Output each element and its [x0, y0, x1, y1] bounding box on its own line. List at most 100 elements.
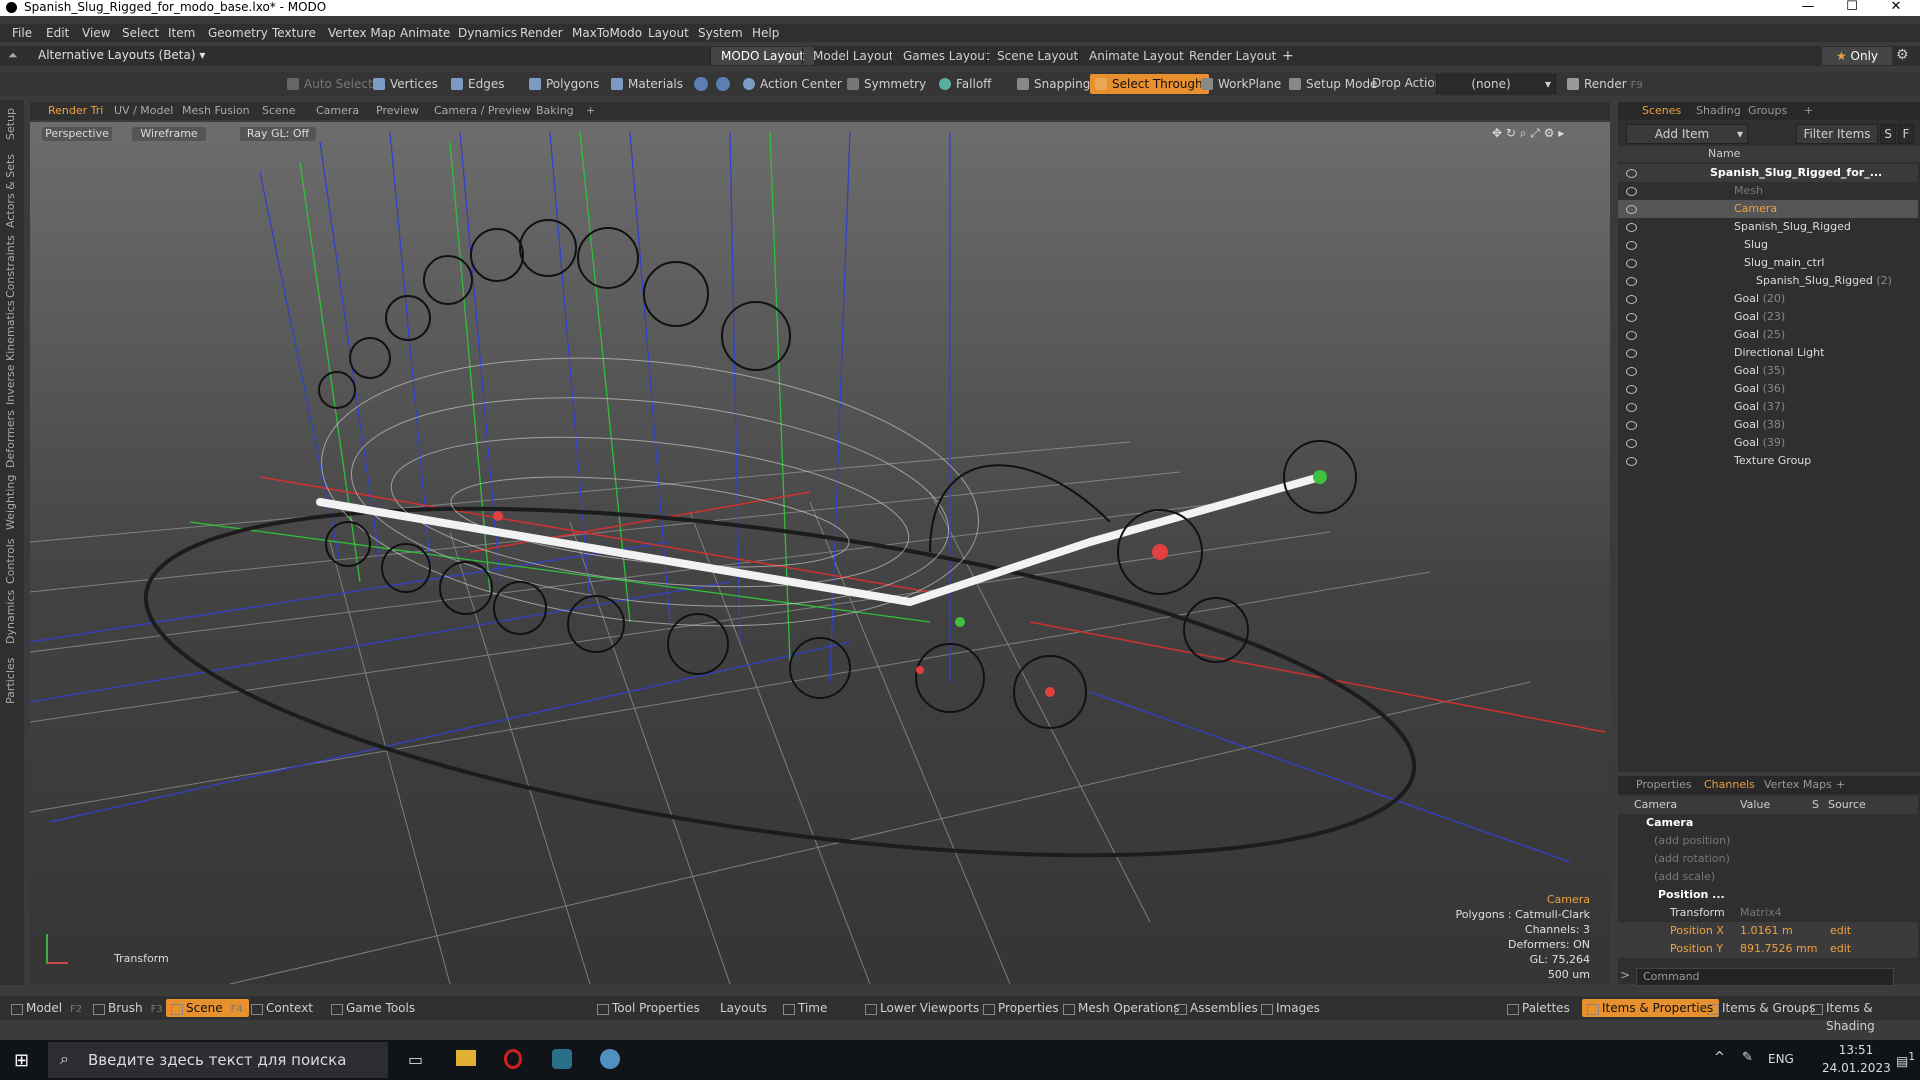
items-properties-button[interactable]: Items & Properties — [1582, 999, 1720, 1017]
strip-inverse-kinematics[interactable]: Inverse Kinematics — [4, 300, 17, 405]
eye-icon[interactable] — [1626, 439, 1637, 448]
materials-button[interactable]: Materials — [606, 74, 689, 94]
tab-preview[interactable]: Preview — [370, 103, 425, 119]
tab-uv-model[interactable]: UV / Model — [108, 103, 179, 119]
menu-maxtomodo[interactable]: MaxToModo — [572, 26, 642, 40]
command-input[interactable]: Command — [1636, 968, 1894, 986]
tab-shading[interactable]: Shading — [1696, 104, 1741, 117]
model-button[interactable]: Model F2 — [6, 999, 88, 1017]
properties-button[interactable]: Properties — [978, 999, 1065, 1017]
tab-channels[interactable]: Channels — [1704, 778, 1755, 791]
menu-vertex-map[interactable]: Vertex Map — [328, 26, 396, 40]
polygons-button[interactable]: Polygons — [524, 74, 605, 94]
menu-animate[interactable]: Animate — [400, 26, 450, 40]
app-taskbar-icon[interactable] — [600, 1049, 620, 1069]
alternative-layouts-dropdown[interactable]: Alternative Layouts (Beta) ▾ — [38, 48, 205, 62]
eye-icon[interactable] — [1626, 331, 1637, 340]
tab-scene-layout[interactable]: Scene Layout — [986, 47, 1088, 65]
edges-button[interactable]: Edges — [446, 74, 510, 94]
select-mode-2-icon[interactable] — [716, 77, 730, 91]
clock-date[interactable]: 24.01.2023 — [1822, 1061, 1891, 1075]
task-view-icon[interactable]: ▭ — [408, 1050, 423, 1069]
notification-icon[interactable]: ▤1 — [1896, 1050, 1915, 1069]
palettes-button[interactable]: Palettes — [1502, 999, 1576, 1017]
menu-edit[interactable]: Edit — [46, 26, 69, 40]
strip-constraints[interactable]: Constraints — [4, 235, 17, 298]
scene-item-goal-25[interactable]: Goal (25) — [1618, 326, 1918, 344]
file-explorer-icon[interactable] — [456, 1050, 476, 1066]
menu-item[interactable]: Item — [168, 26, 195, 40]
tab-render-layout[interactable]: Render Layout — [1178, 47, 1286, 65]
scene-item-mesh[interactable]: Mesh — [1618, 182, 1918, 200]
setup-mode-button[interactable]: Setup Mode — [1284, 74, 1383, 94]
symmetry-button[interactable]: Symmetry — [842, 74, 932, 94]
layout-menu-icon[interactable]: ⏶ — [8, 48, 18, 63]
wireframe-button[interactable]: Wireframe — [132, 127, 206, 141]
eye-icon[interactable] — [1626, 169, 1637, 178]
scene-item-goal-23[interactable]: Goal (23) — [1618, 308, 1918, 326]
menu-view[interactable]: View — [82, 26, 110, 40]
scene-item-spanish-slug-rigged[interactable]: Spanish_Slug_Rigged — [1618, 218, 1918, 236]
tab-baking[interactable]: Baking — [530, 103, 580, 119]
menu-texture[interactable]: Texture — [272, 26, 316, 40]
select-mode-icon[interactable] — [694, 77, 708, 91]
items-shading-button[interactable]: Items & Shading — [1806, 999, 1920, 1033]
strip-setup[interactable]: Setup — [4, 108, 17, 140]
scene-item-goal-20[interactable]: Goal (20) — [1618, 290, 1918, 308]
add-position-row[interactable]: (add position) — [1618, 832, 1918, 850]
menu-select[interactable]: Select — [122, 26, 159, 40]
eye-icon[interactable] — [1626, 349, 1637, 358]
windows-start-icon[interactable]: ⊞ — [14, 1050, 29, 1071]
add-panel-tab-button[interactable]: + — [1836, 778, 1845, 791]
game-tools-button[interactable]: Game Tools — [326, 999, 421, 1017]
tab-games-layout[interactable]: Games Layout — [892, 47, 1000, 65]
tab-render-tri[interactable]: Render Tri — [42, 103, 109, 119]
scene-item-goal-36[interactable]: Goal (36) — [1618, 380, 1918, 398]
tab-properties[interactable]: Properties — [1636, 778, 1692, 791]
channel-item-camera[interactable]: Camera — [1618, 814, 1918, 832]
tab-vertex-maps[interactable]: Vertex Maps — [1764, 778, 1832, 791]
modo-taskbar-icon[interactable] — [552, 1049, 572, 1069]
strip-particles[interactable]: Particles — [4, 658, 17, 704]
eye-icon[interactable] — [1626, 241, 1637, 250]
scene-item-goal-35[interactable]: Goal (35) — [1618, 362, 1918, 380]
time-button[interactable]: Time — [778, 999, 833, 1017]
eye-icon[interactable] — [1626, 277, 1637, 286]
eye-icon[interactable] — [1626, 457, 1637, 466]
workplane-button[interactable]: WorkPlane — [1196, 74, 1287, 94]
tab-camera[interactable]: Camera — [310, 103, 365, 119]
items-groups-button[interactable]: Items & Groups — [1702, 999, 1821, 1017]
eye-icon[interactable] — [1626, 403, 1637, 412]
auto-select-button[interactable]: Auto Select — [282, 74, 379, 94]
eye-icon[interactable] — [1626, 259, 1637, 268]
snapping-button[interactable]: Snapping — [1012, 74, 1096, 94]
eye-icon[interactable] — [1626, 223, 1637, 232]
viewport-nav-icons[interactable]: ✥ ↻ ⌕ ⤢ ⚙ ▸ — [1492, 126, 1564, 141]
network-icon[interactable]: ✎ — [1742, 1050, 1753, 1065]
filter-items-button[interactable]: Filter Items — [1796, 124, 1878, 144]
tab-scenes[interactable]: Scenes — [1642, 104, 1681, 117]
eye-icon[interactable] — [1626, 295, 1637, 304]
raygl-button[interactable]: Ray GL: Off — [240, 127, 316, 141]
menu-geometry[interactable]: Geometry — [208, 26, 268, 40]
tray-chevron-icon[interactable]: ^ — [1714, 1050, 1725, 1065]
scene-button[interactable]: Scene F4 — [166, 999, 249, 1017]
language-indicator[interactable]: ENG — [1768, 1052, 1794, 1066]
menu-layout[interactable]: Layout — [648, 26, 689, 40]
tab-model-layout[interactable]: Model Layout — [802, 47, 904, 65]
strip-dynamics[interactable]: Dynamics — [4, 590, 17, 644]
clock-time[interactable]: 13:51 — [1828, 1043, 1884, 1057]
action-center-button[interactable]: Action Center — [738, 74, 848, 94]
add-item-dropdown[interactable]: Add Item ▾ — [1626, 124, 1748, 144]
minimize-button[interactable]: — — [1788, 0, 1828, 14]
add-layout-button[interactable]: + — [1272, 47, 1304, 65]
add-scale-row[interactable]: (add scale) — [1618, 868, 1918, 886]
menu-file[interactable]: File — [12, 26, 32, 40]
mesh-operations-button[interactable]: Mesh Operations — [1058, 999, 1185, 1017]
gear-icon[interactable]: ⚙ — [1896, 47, 1909, 63]
scene-item-slug-main-ctrl[interactable]: Slug_main_ctrl — [1618, 254, 1918, 272]
brush-button[interactable]: Brush F3 — [88, 999, 169, 1017]
add-panel-tab-button[interactable]: + — [1804, 104, 1813, 117]
tab-animate-layout[interactable]: Animate Layout — [1078, 47, 1194, 65]
strip-deformers[interactable]: Deformers — [4, 410, 17, 468]
